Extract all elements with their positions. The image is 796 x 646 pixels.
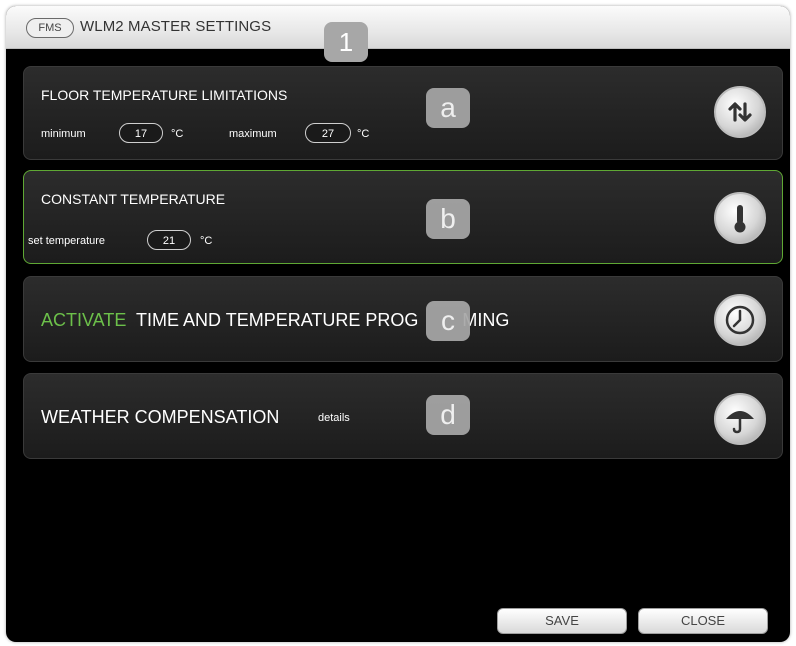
clock-icon-button[interactable] — [714, 294, 766, 346]
clock-icon — [725, 305, 755, 335]
callout-marker-b: b — [426, 199, 470, 239]
title-bar: FMS WLM2 MASTER SETTINGS — [6, 6, 790, 49]
weather-panel: WEATHER COMPENSATION details d — [23, 373, 783, 459]
minimum-input[interactable]: 17 — [119, 123, 163, 143]
constant-temp-title: CONSTANT TEMPERATURE — [41, 191, 226, 207]
callout-marker-a: a — [426, 88, 470, 128]
floor-limits-title: FLOOR TEMPERATURE LIMITATIONS — [41, 87, 288, 103]
window-title: WLM2 MASTER SETTINGS — [80, 18, 272, 35]
minimum-unit: °C — [171, 128, 184, 140]
callout-marker-d: d — [426, 395, 470, 435]
limits-icon-button[interactable] — [714, 86, 766, 138]
constant-temp-panel: CONSTANT TEMPERATURE set temperature 21 … — [23, 170, 783, 264]
maximum-input[interactable]: 27 — [305, 123, 351, 143]
minimum-label: minimum — [41, 128, 86, 140]
programming-panel: ACTIVATE TIME AND TEMPERATURE PROG MING c — [23, 276, 783, 362]
set-temperature-label: set temperature — [28, 235, 106, 247]
maximum-label: maximum — [229, 128, 277, 140]
maximum-unit: °C — [357, 128, 370, 140]
up-down-arrows-icon — [728, 102, 752, 122]
programming-title-prefix: TIME AND TEMPERATURE PROG — [136, 310, 419, 330]
save-button[interactable]: SAVE — [497, 608, 627, 634]
callout-marker-c: c — [426, 301, 470, 341]
umbrella-icon — [726, 411, 754, 434]
floor-limits-panel: FLOOR TEMPERATURE LIMITATIONS minimum 17… — [23, 66, 783, 160]
close-button[interactable]: CLOSE — [638, 608, 768, 634]
set-temperature-input[interactable]: 21 — [147, 230, 191, 250]
settings-window: FMS WLM2 MASTER SETTINGS 1 FLOOR TEMPERA… — [6, 6, 790, 642]
thermometer-icon — [734, 205, 746, 233]
weather-title: WEATHER COMPENSATION — [41, 407, 280, 427]
details-link[interactable]: details — [318, 412, 350, 424]
umbrella-icon-button[interactable] — [714, 393, 766, 445]
fms-logo: FMS — [26, 18, 74, 38]
callout-marker-1: 1 — [324, 22, 368, 62]
activate-link[interactable]: ACTIVATE — [41, 310, 126, 330]
set-temperature-unit: °C — [200, 235, 213, 247]
thermometer-icon-button[interactable] — [714, 192, 766, 244]
